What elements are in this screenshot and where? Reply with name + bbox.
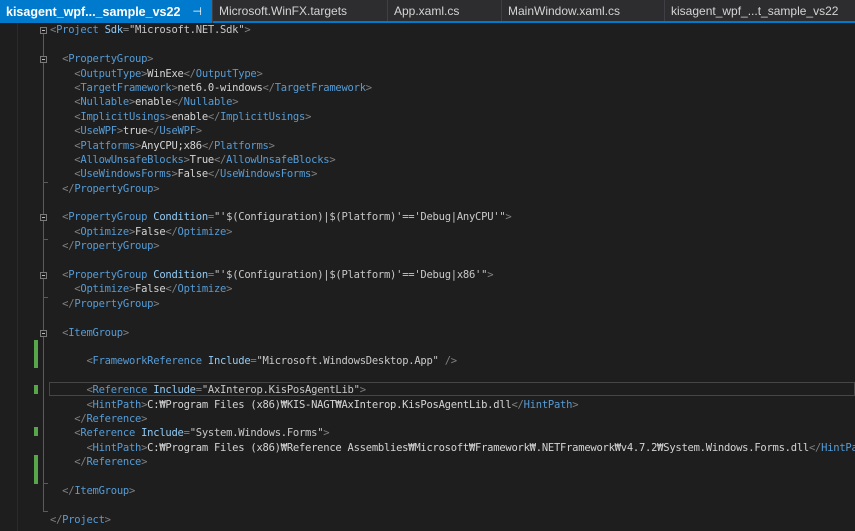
tab-csproj-active[interactable]: kisagent_wpf..._sample_vs22 ⊣ ✕: [0, 0, 213, 23]
tab-csproj-preview[interactable]: kisagent_wpf_...t_sample_vs22: [665, 0, 855, 21]
change-marker: [34, 385, 38, 394]
code-line[interactable]: <Reference Include="AxInterop.KisPosAgen…: [50, 383, 366, 397]
code-line[interactable]: <PropertyGroup Condition="'$(Configurati…: [50, 268, 493, 282]
change-marker: [34, 427, 38, 436]
pin-icon[interactable]: ⊣: [192, 5, 202, 18]
tab-label: MainWindow.xaml.cs: [508, 3, 621, 18]
code-line[interactable]: </PropertyGroup>: [50, 297, 159, 311]
fold-guide-end: [43, 483, 48, 484]
code-line[interactable]: <ItemGroup>: [50, 326, 129, 340]
collapse-toggle-icon[interactable]: [40, 214, 47, 221]
tab-mainwindow-xaml-cs[interactable]: MainWindow.xaml.cs: [502, 0, 665, 21]
code-line[interactable]: </Reference>: [50, 455, 147, 469]
code-line[interactable]: </ItemGroup>: [50, 484, 135, 498]
document-tab-bar: kisagent_wpf..._sample_vs22 ⊣ ✕ Microsof…: [0, 0, 855, 23]
fold-guide-end: [43, 182, 48, 183]
change-marker: [34, 455, 38, 484]
code-line[interactable]: <Reference Include="System.Windows.Forms…: [50, 426, 329, 440]
code-line[interactable]: <OutputType>WinExe</OutputType>: [50, 67, 263, 81]
tab-microsoft-winfx-targets[interactable]: Microsoft.WinFX.targets: [213, 0, 388, 21]
code-line[interactable]: <HintPath>C:₩Program Files (x86)₩KIS-NAG…: [50, 398, 578, 412]
code-line[interactable]: <PropertyGroup Condition="'$(Configurati…: [50, 210, 512, 224]
tab-label: Microsoft.WinFX.targets: [219, 3, 348, 18]
code-line[interactable]: </Project>: [50, 513, 111, 527]
code-line[interactable]: <HintPath>C:₩Program Files (x86)₩Referen…: [50, 441, 855, 455]
tab-label: kisagent_wpf_...t_sample_vs22: [671, 3, 839, 18]
code-line[interactable]: <AllowUnsafeBlocks>True</AllowUnsafeBloc…: [50, 153, 335, 167]
fold-guide-end: [43, 511, 48, 512]
fold-guide: [43, 276, 44, 297]
code-line[interactable]: <UseWindowsForms>False</UseWindowsForms>: [50, 167, 317, 181]
fold-guide: [43, 60, 44, 182]
code-line[interactable]: <Platforms>AnyCPU;x86</Platforms>: [50, 139, 275, 153]
code-line[interactable]: <Optimize>False</Optimize>: [50, 225, 232, 239]
code-line[interactable]: <ImplicitUsings>enable</ImplicitUsings>: [50, 110, 311, 124]
code-line[interactable]: <PropertyGroup>: [50, 52, 153, 66]
fold-guide-end: [43, 239, 48, 240]
collapse-toggle-icon[interactable]: [40, 27, 47, 34]
collapse-toggle-icon[interactable]: [40, 56, 47, 63]
code-editor[interactable]: <Project Sdk="Microsoft.NET.Sdk"> <Prope…: [0, 23, 855, 531]
fold-guide-end: [43, 297, 48, 298]
code-line[interactable]: </PropertyGroup>: [50, 182, 159, 196]
indicator-margin-divider: [17, 23, 18, 531]
code-line[interactable]: <Optimize>False</Optimize>: [50, 282, 232, 296]
collapse-toggle-icon[interactable]: [40, 330, 47, 337]
tab-label: kisagent_wpf..._sample_vs22: [6, 4, 181, 19]
code-line[interactable]: <UseWPF>true</UseWPF>: [50, 124, 202, 138]
code-line[interactable]: <Nullable>enable</Nullable>: [50, 95, 238, 109]
code-line[interactable]: </PropertyGroup>: [50, 239, 159, 253]
fold-guide: [43, 333, 44, 483]
change-marker: [34, 340, 38, 368]
fold-guide: [43, 218, 44, 239]
tab-app-xaml-cs[interactable]: App.xaml.cs: [388, 0, 502, 21]
code-line[interactable]: </Reference>: [50, 412, 147, 426]
collapse-toggle-icon[interactable]: [40, 272, 47, 279]
tab-label: App.xaml.cs: [394, 3, 460, 18]
code-line[interactable]: <FrameworkReference Include="Microsoft.W…: [50, 354, 457, 368]
code-line[interactable]: <TargetFramework>net6.0-windows</TargetF…: [50, 81, 372, 95]
code-line[interactable]: <Project Sdk="Microsoft.NET.Sdk">: [50, 23, 251, 37]
